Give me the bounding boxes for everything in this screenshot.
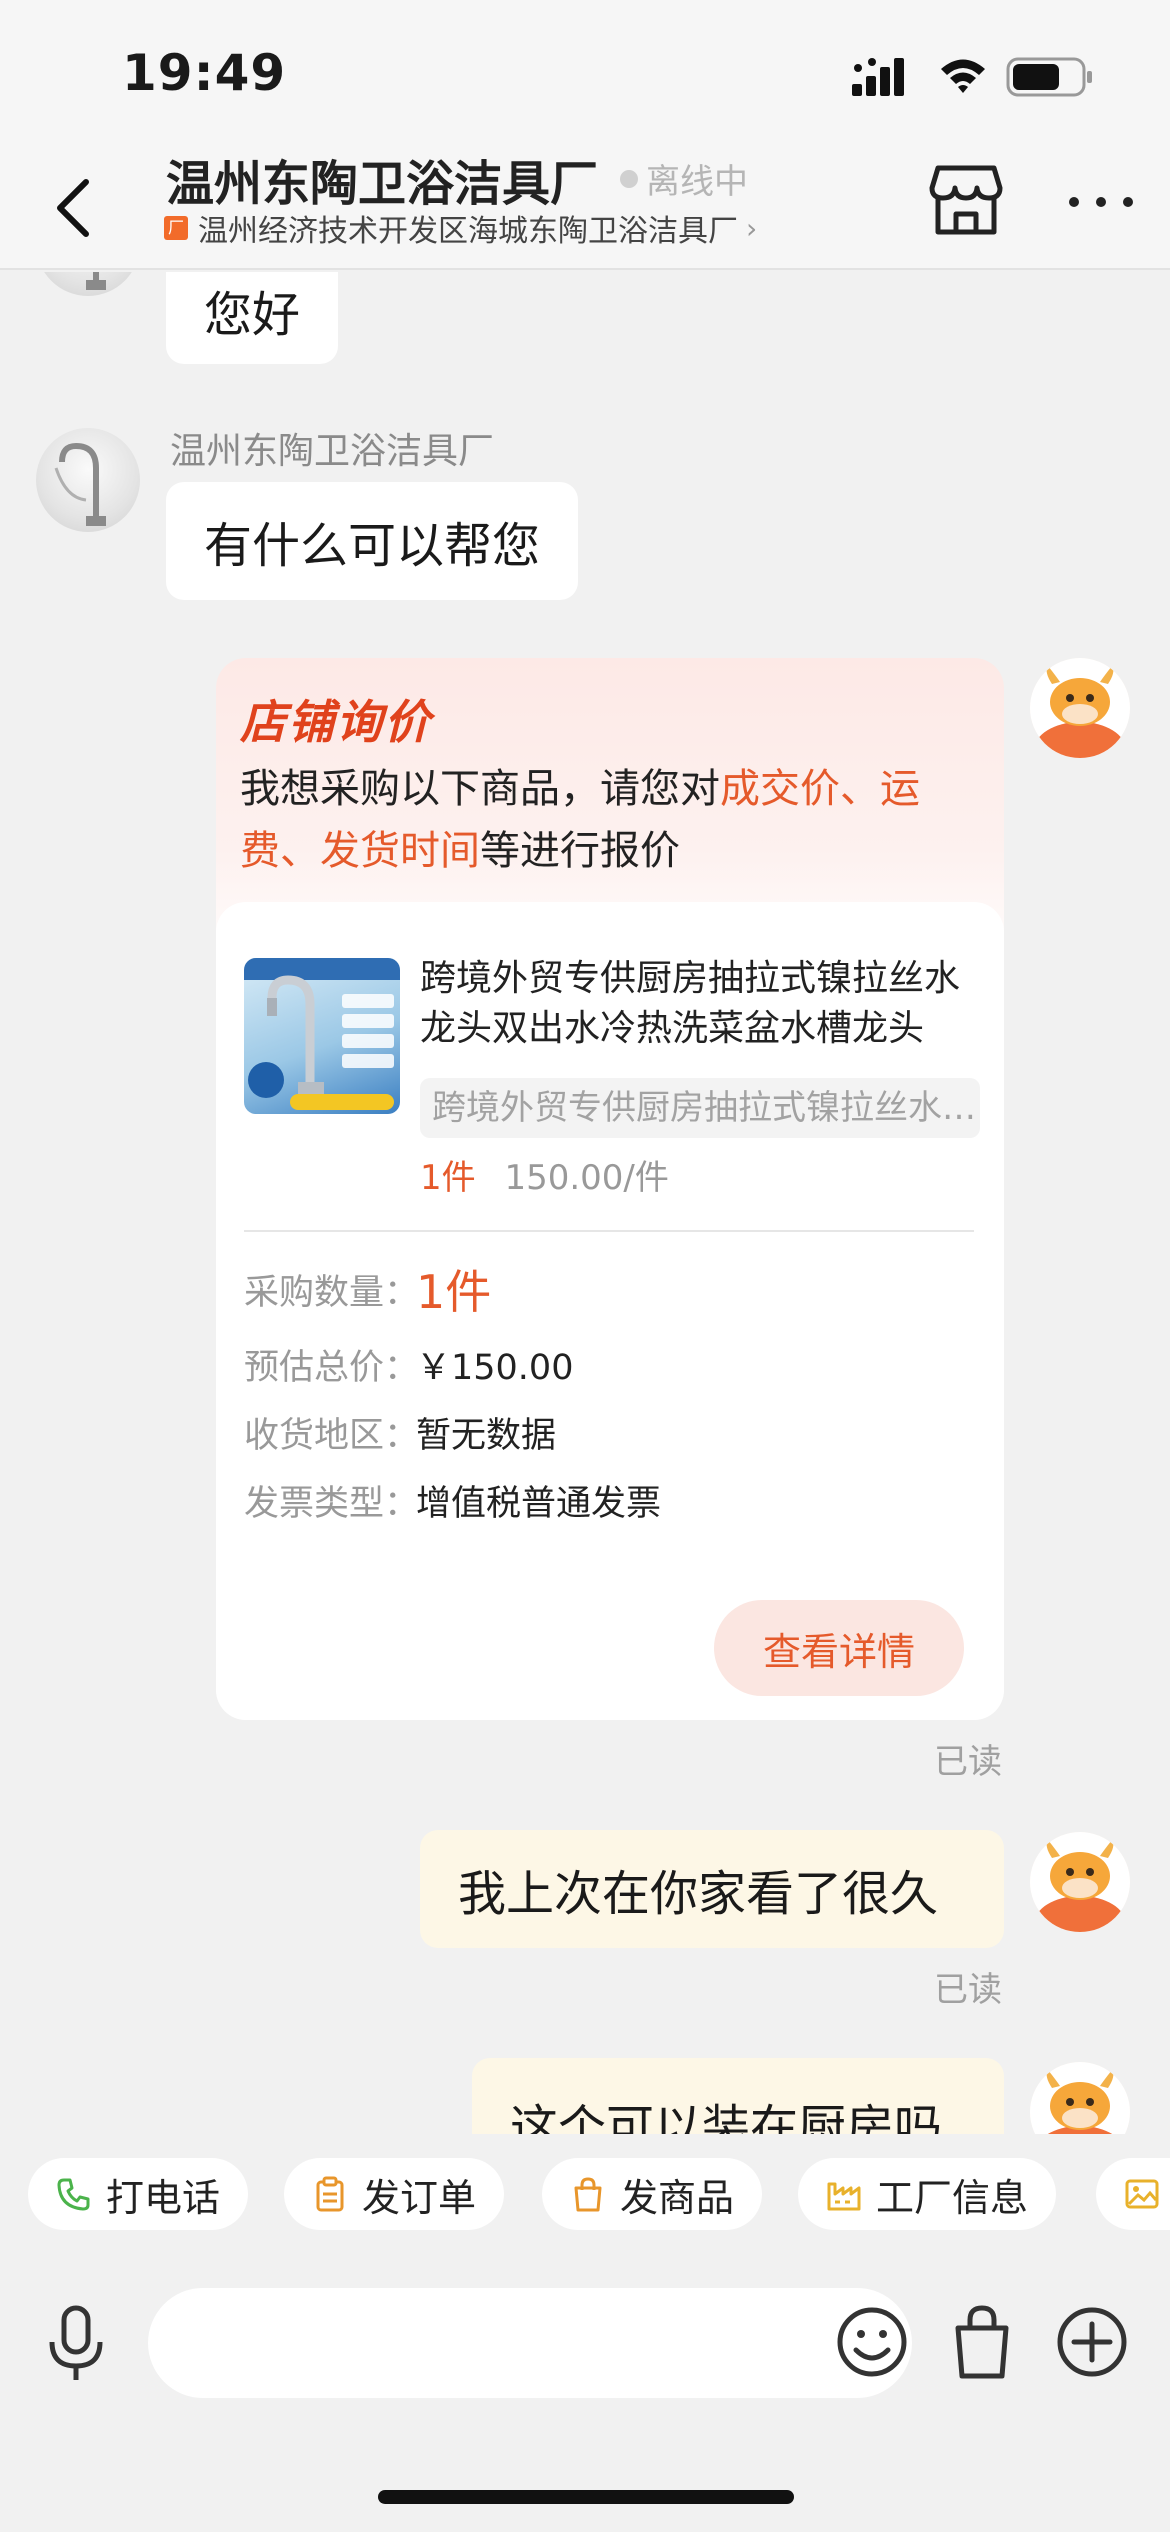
field-label: 发票类型：: [244, 1483, 420, 1524]
field-label: 收货地区：: [244, 1415, 420, 1456]
home-indicator[interactable]: [378, 2490, 794, 2504]
field-invoice: 发票类型： 增值税普通发票: [244, 1474, 661, 1526]
field-label: 采购数量：: [244, 1272, 420, 1313]
message-list[interactable]: 您好 温州东陶卫浴洁具厂 有什么可以帮您 店铺询价 我想采购以下商品，请您对成交…: [0, 272, 1170, 2134]
message-text: 有什么可以帮您: [204, 518, 541, 574]
product-quantity: 1件: [420, 1158, 476, 1198]
buyer-avatar[interactable]: [1030, 1832, 1130, 1932]
factory-info-button[interactable]: 工厂信息: [798, 2158, 1057, 2230]
buyer-message: 这个可以装在厨房吗: [472, 2058, 1004, 2134]
chip-label: 工厂信息: [876, 2175, 1029, 2220]
microphone-icon[interactable]: [44, 2304, 108, 2384]
more-options-icon[interactable]: [1066, 182, 1136, 222]
chevron-right-icon: ›: [746, 211, 758, 245]
product-title[interactable]: 跨境外贸专供厨房抽拉式镍拉丝水龙头双出水冷热洗菜盆水槽龙头: [420, 954, 980, 1054]
quick-actions-bar: 打电话 发订单 发商品 工厂信息: [0, 2134, 1170, 2258]
message-text: 您好: [204, 287, 301, 343]
seller-message-reply: 有什么可以帮您: [166, 482, 579, 600]
product-unit-price: 150.00/件: [504, 1158, 669, 1198]
field-value: ￥150.00: [416, 1347, 574, 1388]
buyer-avatar[interactable]: [1030, 2062, 1130, 2134]
cellular-signal-icon: [852, 58, 904, 96]
field-value: 暂无数据: [416, 1415, 557, 1456]
chip-label: 发商品: [620, 2175, 735, 2220]
seller-avatar[interactable]: [36, 272, 140, 296]
cow-mascot-icon: [1030, 2062, 1130, 2134]
field-quantity: 采购数量： 1件: [244, 1258, 491, 1320]
chat-header: 温州东陶卫浴洁具厂 离线中 厂 温州经济技术开发区海城东陶卫浴洁具厂 ›: [0, 140, 1170, 270]
online-status-text: 离线中: [646, 162, 748, 202]
read-receipt: 已读: [934, 1742, 1002, 1782]
cow-mascot-icon: [1030, 1832, 1130, 1932]
product-price-row: 1件 150.00/件: [420, 1150, 669, 1199]
product-sku: 跨境外贸专供厨房抽拉式镍拉丝水龙头双出水冷热洗菜盆水槽龙头: [420, 1078, 980, 1138]
factory-tag-icon: 厂: [164, 216, 188, 240]
faucet-image-icon: [86, 272, 106, 290]
inquiry-card[interactable]: 店铺询价 我想采购以下商品，请您对成交价、运费、发货时间等进行报价 跨境外贸专供…: [216, 658, 1004, 1720]
emoji-icon[interactable]: [836, 2306, 908, 2378]
shop-name-title[interactable]: 温州东陶卫浴洁具厂: [166, 144, 598, 214]
online-status: 离线中: [620, 154, 748, 203]
shopping-bag-icon: [574, 2177, 602, 2212]
clipboard-icon: [316, 2176, 344, 2212]
inquiry-card-body: 跨境外贸专供厨房抽拉式镍拉丝水龙头双出水冷热洗菜盆水槽龙头 跨境外贸专供厨房抽拉…: [216, 902, 1004, 1720]
sender-name: 温州东陶卫浴洁具厂: [170, 431, 495, 472]
intro-text-suffix: 等进行报价: [480, 828, 680, 874]
view-details-button[interactable]: 查看详情: [714, 1600, 964, 1696]
factory-icon: [827, 2182, 861, 2211]
wifi-icon: [941, 59, 985, 93]
message-input[interactable]: [148, 2288, 912, 2398]
status-bar: 19:49: [0, 0, 1170, 140]
phone-icon: [57, 2178, 90, 2211]
faucet-image-icon: [244, 958, 400, 1110]
field-total: 预估总价： ￥150.00: [244, 1338, 573, 1390]
send-image-button[interactable]: [1096, 2158, 1170, 2230]
buyer-avatar[interactable]: [1030, 658, 1130, 758]
chip-label: 发订单: [362, 2175, 477, 2220]
product-image[interactable]: [244, 958, 400, 1114]
seller-message-greeting: 您好: [166, 272, 339, 364]
image-icon: [1125, 2179, 1159, 2209]
company-name: 温州经济技术开发区海城东陶卫浴洁具厂: [198, 214, 738, 249]
read-receipt: 已读: [934, 1970, 1002, 2010]
chip-label: 打电话: [106, 2175, 221, 2220]
field-label: 预估总价：: [244, 1347, 420, 1388]
call-button[interactable]: 打电话: [28, 2158, 249, 2230]
faucet-image-icon: [54, 442, 106, 526]
field-value: 增值税普通发票: [416, 1483, 662, 1524]
status-dot-icon: [620, 169, 638, 188]
message-text: 这个可以装在厨房吗: [510, 2100, 943, 2134]
buyer-message: 我上次在你家看了很久: [420, 1830, 1004, 1948]
send-order-button[interactable]: 发订单: [284, 2158, 505, 2230]
send-product-button[interactable]: 发商品: [542, 2158, 763, 2230]
inquiry-card-title: 店铺询价: [240, 695, 432, 749]
field-region: 收货地区： 暂无数据: [244, 1406, 556, 1458]
cow-mascot-icon: [1030, 658, 1130, 758]
battery-icon: [1006, 57, 1092, 97]
back-arrow-icon[interactable]: [44, 168, 104, 248]
divider: [244, 1230, 974, 1232]
seller-avatar[interactable]: [36, 428, 140, 532]
message-text: 我上次在你家看了很久: [458, 1866, 939, 1922]
shopping-bag-icon[interactable]: [950, 2304, 1014, 2380]
store-icon[interactable]: [928, 162, 1004, 238]
company-link[interactable]: 厂 温州经济技术开发区海城东陶卫浴洁具厂 ›: [164, 206, 757, 250]
plus-icon[interactable]: [1056, 2306, 1128, 2378]
field-value: 1件: [416, 1265, 492, 1319]
inquiry-card-intro: 我想采购以下商品，请您对成交价、运费、发货时间等进行报价: [240, 758, 960, 882]
intro-text: 我想采购以下商品，请您对: [240, 766, 720, 812]
status-time: 19:49: [122, 44, 287, 102]
